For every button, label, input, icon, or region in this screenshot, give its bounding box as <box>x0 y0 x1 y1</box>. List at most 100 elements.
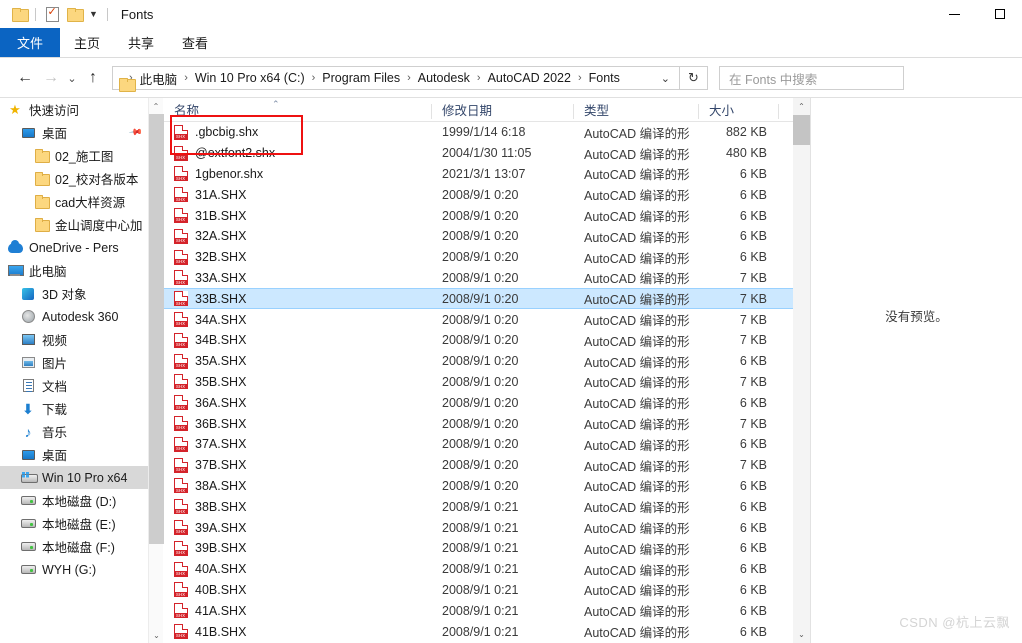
file-name-cell[interactable]: 36B.SHX <box>164 416 432 432</box>
file-name-cell[interactable]: 1gbenor.shx <box>164 166 432 182</box>
file-name-cell[interactable]: 32A.SHX <box>164 228 432 244</box>
sidebar-scroll-up-icon[interactable]: ⌃ <box>149 98 163 114</box>
table-row[interactable]: 36B.SHX 2008/9/1 0:20 AutoCAD 编译的形 7 KB <box>164 413 793 434</box>
table-row[interactable]: 35A.SHX 2008/9/1 0:20 AutoCAD 编译的形 6 KB <box>164 351 793 372</box>
sidebar-item-19[interactable]: 本地磁盘 (F:) <box>0 535 148 558</box>
minimize-icon[interactable] <box>932 0 977 28</box>
column-header-size[interactable]: 大小 <box>699 100 779 119</box>
breadcrumb-fonts[interactable]: Fonts <box>587 71 622 85</box>
sidebar-scroll-thumb[interactable] <box>149 114 164 544</box>
file-name-cell[interactable]: 31A.SHX <box>164 187 432 203</box>
table-row[interactable]: 41A.SHX 2008/9/1 0:21 AutoCAD 编译的形 6 KB <box>164 600 793 621</box>
table-row[interactable]: 35B.SHX 2008/9/1 0:20 AutoCAD 编译的形 7 KB <box>164 372 793 393</box>
sidebar-item-16[interactable]: Win 10 Pro x64 <box>0 466 148 489</box>
file-name-cell[interactable]: 36A.SHX <box>164 395 432 411</box>
sidebar-scrollbar[interactable]: ⌃ ⌄ <box>148 98 164 643</box>
column-header-type[interactable]: 类型 <box>574 100 699 119</box>
file-name-cell[interactable]: 35B.SHX <box>164 374 432 390</box>
file-name-cell[interactable]: 41B.SHX <box>164 624 432 640</box>
customize-chevron-down-icon[interactable]: ▼ <box>85 9 102 19</box>
sidebar-item-5[interactable]: 金山调度中心加 <box>0 213 148 236</box>
file-name-cell[interactable]: .gbcbig.shx <box>164 124 432 140</box>
sidebar-item-2[interactable]: 02_施工图 <box>0 144 148 167</box>
list-scroll-thumb[interactable] <box>793 115 810 145</box>
tab-view[interactable]: 查看 <box>168 28 222 57</box>
file-name-cell[interactable]: 40A.SHX <box>164 561 432 577</box>
sidebar-item-18[interactable]: 本地磁盘 (E:) <box>0 512 148 535</box>
table-row[interactable]: 39B.SHX 2008/9/1 0:21 AutoCAD 编译的形 6 KB <box>164 538 793 559</box>
new-folder-icon[interactable] <box>63 3 85 25</box>
breadcrumb-this-pc[interactable]: 此电脑 <box>138 69 180 88</box>
file-name-cell[interactable]: @extfont2.shx <box>164 145 432 161</box>
folder-icon[interactable] <box>8 3 30 25</box>
properties-icon[interactable] <box>41 3 63 25</box>
recent-locations-chevron-down-icon[interactable]: ⌄ <box>64 65 80 91</box>
table-row[interactable]: 31A.SHX 2008/9/1 0:20 AutoCAD 编译的形 6 KB <box>164 184 793 205</box>
sidebar-item-13[interactable]: ⬇ 下载 <box>0 397 148 420</box>
file-name-cell[interactable]: 38A.SHX <box>164 478 432 494</box>
address-bar[interactable]: › 此电脑 › Win 10 Pro x64 (C:) › Program Fi… <box>112 66 680 90</box>
breadcrumb-separator-1[interactable]: › <box>179 72 193 84</box>
tab-home[interactable]: 主页 <box>60 28 114 57</box>
file-name-cell[interactable]: 41A.SHX <box>164 603 432 619</box>
sidebar-item-10[interactable]: 视频 <box>0 328 148 351</box>
table-row[interactable]: 41B.SHX 2008/9/1 0:21 AutoCAD 编译的形 6 KB <box>164 621 793 642</box>
sidebar-item-0[interactable]: ★ 快速访问 <box>0 98 148 121</box>
file-name-cell[interactable]: 33B.SHX <box>164 291 432 307</box>
file-name-cell[interactable]: 37B.SHX <box>164 457 432 473</box>
tab-file[interactable]: 文件 <box>0 28 61 57</box>
file-name-cell[interactable]: 39A.SHX <box>164 520 432 536</box>
sidebar-item-8[interactable]: 3D 对象 <box>0 282 148 305</box>
up-button[interactable]: ↑ <box>80 65 106 91</box>
forward-button[interactable]: → <box>38 65 64 91</box>
sidebar-item-15[interactable]: 桌面 <box>0 443 148 466</box>
breadcrumb-separator-2[interactable]: › <box>307 72 321 84</box>
table-row[interactable]: 37A.SHX 2008/9/1 0:20 AutoCAD 编译的形 6 KB <box>164 434 793 455</box>
table-row[interactable]: 34A.SHX 2008/9/1 0:20 AutoCAD 编译的形 7 KB <box>164 309 793 330</box>
column-header-name[interactable]: 名称 ⌃ <box>164 99 432 119</box>
table-row[interactable]: 33A.SHX 2008/9/1 0:20 AutoCAD 编译的形 7 KB <box>164 268 793 289</box>
sidebar-item-3[interactable]: 02_校对各版本 <box>0 167 148 190</box>
breadcrumb-autodesk[interactable]: Autodesk <box>416 71 472 85</box>
breadcrumb-separator-5[interactable]: › <box>573 72 587 84</box>
sidebar-item-6[interactable]: OneDrive - Pers <box>0 236 148 259</box>
sidebar-item-7[interactable]: 此电脑 <box>0 259 148 282</box>
table-row[interactable]: 32B.SHX 2008/9/1 0:20 AutoCAD 编译的形 6 KB <box>164 247 793 268</box>
table-row[interactable]: 40A.SHX 2008/9/1 0:21 AutoCAD 编译的形 6 KB <box>164 559 793 580</box>
sidebar-scroll-down-icon[interactable]: ⌄ <box>149 627 164 643</box>
table-row[interactable]: .gbcbig.shx 1999/1/14 6:18 AutoCAD 编译的形 882… <box>164 122 793 143</box>
file-name-cell[interactable]: 38B.SHX <box>164 499 432 515</box>
address-chevron-down-icon[interactable]: ⌄ <box>652 72 679 85</box>
maximize-icon[interactable] <box>977 0 1022 28</box>
sidebar-item-11[interactable]: 图片 <box>0 351 148 374</box>
refresh-icon[interactable]: ↻ <box>680 66 708 90</box>
tab-share[interactable]: 共享 <box>114 28 168 57</box>
back-button[interactable]: ← <box>12 65 38 91</box>
file-name-cell[interactable]: 32B.SHX <box>164 249 432 265</box>
sidebar-item-12[interactable]: 文档 <box>0 374 148 397</box>
file-name-cell[interactable]: 40B.SHX <box>164 582 432 598</box>
sidebar-item-17[interactable]: 本地磁盘 (D:) <box>0 489 148 512</box>
column-header-date[interactable]: 修改日期 <box>432 100 574 119</box>
breadcrumb-separator-3[interactable]: › <box>402 72 416 84</box>
sidebar-item-20[interactable]: WYH (G:) <box>0 558 148 581</box>
list-scroll-down-icon[interactable]: ⌄ <box>793 626 810 643</box>
table-row[interactable]: 37B.SHX 2008/9/1 0:20 AutoCAD 编译的形 7 KB <box>164 455 793 476</box>
breadcrumb-autocad-2022[interactable]: AutoCAD 2022 <box>486 71 573 85</box>
sidebar-item-9[interactable]: Autodesk 360 <box>0 305 148 328</box>
table-row[interactable]: @extfont2.shx 2004/1/30 11:05 AutoCAD 编译的形… <box>164 143 793 164</box>
table-row[interactable]: 36A.SHX 2008/9/1 0:20 AutoCAD 编译的形 6 KB <box>164 392 793 413</box>
sidebar-item-4[interactable]: cad大样资源 <box>0 190 148 213</box>
table-row[interactable]: 31B.SHX 2008/9/1 0:20 AutoCAD 编译的形 6 KB <box>164 205 793 226</box>
table-row[interactable]: 34B.SHX 2008/9/1 0:20 AutoCAD 编译的形 7 KB <box>164 330 793 351</box>
breadcrumb-program-files[interactable]: Program Files <box>320 71 402 85</box>
sidebar-item-14[interactable]: ♪ 音乐 <box>0 420 148 443</box>
breadcrumb-separator-4[interactable]: › <box>472 72 486 84</box>
table-row[interactable]: 39A.SHX 2008/9/1 0:21 AutoCAD 编译的形 6 KB <box>164 517 793 538</box>
table-row[interactable]: 38A.SHX 2008/9/1 0:20 AutoCAD 编译的形 6 KB <box>164 476 793 497</box>
table-row[interactable]: 1gbenor.shx 2021/3/1 13:07 AutoCAD 编译的形 6 K… <box>164 164 793 185</box>
search-input[interactable]: 在 Fonts 中搜索 <box>719 66 904 90</box>
table-row[interactable]: 40B.SHX 2008/9/1 0:21 AutoCAD 编译的形 6 KB <box>164 580 793 601</box>
file-name-cell[interactable]: 39B.SHX <box>164 540 432 556</box>
file-name-cell[interactable]: 31B.SHX <box>164 208 432 224</box>
